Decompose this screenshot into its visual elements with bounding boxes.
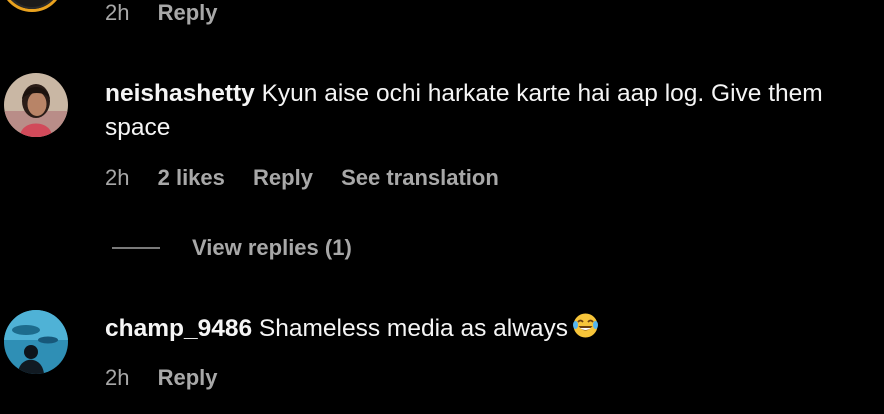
reply-button[interactable]: Reply <box>253 165 313 191</box>
laughing-tears-emoji-icon <box>572 312 599 349</box>
view-replies-label: View replies (1) <box>192 235 352 260</box>
comment-item: 2h Reply <box>0 0 884 40</box>
replies-divider-line <box>112 247 160 249</box>
likes-count[interactable]: 2 likes <box>158 165 225 191</box>
comment-body: Shameless media as always <box>258 315 569 342</box>
avatar[interactable] <box>0 0 64 12</box>
reply-button[interactable]: Reply <box>158 0 218 26</box>
comment-time: 2h <box>105 365 130 390</box>
avatar[interactable] <box>4 310 68 374</box>
view-replies-button[interactable]: View replies (1) <box>112 234 352 262</box>
comment-meta: 2h 2 likes Reply See translation <box>105 165 521 191</box>
comment-username[interactable]: neishashetty <box>105 80 255 107</box>
reply-button[interactable]: Reply <box>158 365 218 391</box>
avatar[interactable] <box>4 73 68 137</box>
comment-time: 2h <box>105 165 130 190</box>
comment-meta: 2h Reply <box>105 0 240 26</box>
comment-text: neishashetty Kyun aise ochi harkate kart… <box>105 77 870 145</box>
comment-time: 2h <box>105 0 130 25</box>
see-translation-button[interactable]: See translation <box>341 165 499 191</box>
comment-username[interactable]: champ_9486 <box>105 315 252 342</box>
comment-meta: 2h Reply <box>105 365 240 391</box>
comment-text: champ_9486 Shameless media as always <box>105 312 870 349</box>
